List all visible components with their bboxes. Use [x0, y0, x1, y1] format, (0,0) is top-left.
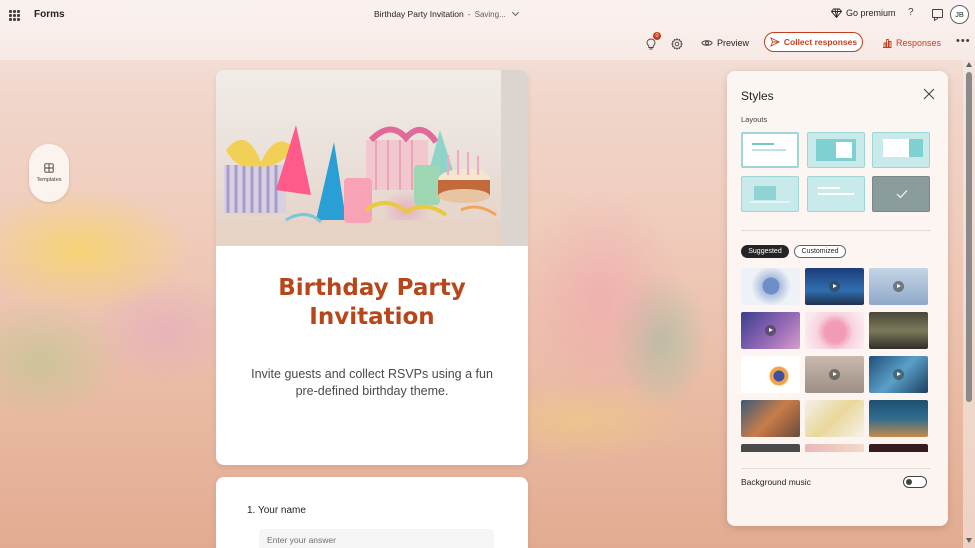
birthday-illustration: [216, 70, 528, 246]
save-status: Saving...: [474, 9, 506, 19]
styles-title: Styles: [741, 89, 774, 103]
divider: [741, 468, 931, 469]
theme-thumbnail-confetti[interactable]: [805, 400, 864, 437]
eye-icon: [701, 40, 713, 46]
theme-thumbnail-office[interactable]: [869, 312, 928, 349]
answer-input[interactable]: [259, 529, 494, 548]
go-premium-button[interactable]: Go premium: [831, 8, 896, 18]
background-music-toggle[interactable]: [903, 476, 927, 488]
form-title[interactable]: Birthday Party Invitation: [216, 274, 528, 332]
more-options-icon[interactable]: •••: [956, 35, 971, 47]
layouts-label: Layouts: [741, 115, 768, 124]
styles-panel: Styles Layouts Suggested Customized Back…: [727, 71, 948, 526]
close-icon[interactable]: [923, 88, 935, 100]
theme-thumbnail-illustration[interactable]: [741, 356, 800, 393]
collect-responses-button[interactable]: Collect responses: [764, 32, 863, 52]
scroll-thumb[interactable]: [966, 72, 972, 402]
question-card[interactable]: 1. Your name: [216, 477, 528, 548]
layout-option-4[interactable]: [741, 176, 799, 212]
app-name[interactable]: Forms: [34, 9, 65, 20]
play-icon: [765, 325, 776, 336]
document-title: Birthday Party Invitation: [374, 9, 464, 19]
tab-customized[interactable]: Customized: [794, 245, 846, 258]
preview-label: Preview: [717, 38, 750, 48]
play-icon: [893, 281, 904, 292]
document-title-bar[interactable]: Birthday Party Invitation - Saving...: [374, 8, 519, 19]
diamond-icon: [831, 8, 842, 18]
page-scrollbar[interactable]: [963, 60, 975, 548]
theme-thumbnail-concert[interactable]: [805, 268, 864, 305]
play-icon: [829, 369, 840, 380]
theme-thumbnail-dark[interactable]: [741, 444, 800, 452]
header-image: [216, 70, 528, 246]
responses-label: Responses: [896, 38, 942, 48]
theme-thumbnail-crowd[interactable]: [741, 400, 800, 437]
form-header-card: Birthday Party Invitation Invite guests …: [216, 70, 528, 465]
background-music-label: Background music: [741, 477, 811, 487]
ideas-badge: 0: [653, 32, 661, 40]
theme-thumbnail-living-room[interactable]: [805, 356, 864, 393]
ideas-button[interactable]: 0: [645, 32, 661, 50]
theme-grid: [741, 268, 929, 452]
layout-option-6-selected[interactable]: [872, 176, 930, 212]
layout-option-5[interactable]: [807, 176, 865, 212]
tab-suggested[interactable]: Suggested: [741, 245, 789, 258]
theme-thumbnail-audience[interactable]: [869, 400, 928, 437]
form-description[interactable]: Invite guests and collect RSVPs using a …: [240, 366, 504, 400]
theme-thumbnail-water[interactable]: [869, 356, 928, 393]
templates-icon: [44, 163, 54, 173]
templates-label: Templates: [36, 177, 62, 183]
chevron-down-icon: [511, 8, 519, 17]
divider: [741, 230, 931, 231]
app-launcher-icon[interactable]: [9, 10, 20, 21]
theme-thumbnail-party-purple[interactable]: [741, 312, 800, 349]
theme-thumbnail-flowers[interactable]: [741, 268, 800, 305]
theme-thumbnail-pastel[interactable]: [805, 444, 864, 452]
gear-icon: [671, 38, 683, 50]
top-bar: Forms Birthday Party Invitation - Saving…: [0, 0, 975, 60]
feedback-icon[interactable]: [932, 9, 943, 18]
layout-option-1[interactable]: [741, 132, 799, 168]
responses-button[interactable]: Responses: [882, 38, 941, 48]
avatar[interactable]: JB: [950, 5, 969, 24]
bar-chart-icon: [883, 39, 892, 48]
help-icon[interactable]: ?: [908, 7, 914, 18]
templates-button[interactable]: Templates: [29, 144, 69, 202]
title-separator: -: [467, 9, 471, 19]
settings-button[interactable]: [671, 37, 683, 50]
question-label: 1. Your name: [247, 505, 306, 516]
scroll-down-arrow-icon[interactable]: [966, 538, 972, 543]
theme-thumbnail-city[interactable]: [869, 268, 928, 305]
theme-thumbnail-night[interactable]: [869, 444, 928, 452]
collect-responses-label: Collect responses: [783, 37, 858, 47]
play-icon: [829, 281, 840, 292]
play-icon: [893, 369, 904, 380]
send-icon: [770, 37, 780, 47]
checkmark-icon: [896, 190, 908, 199]
go-premium-label: Go premium: [846, 8, 896, 18]
preview-button[interactable]: Preview: [701, 38, 749, 48]
scroll-up-arrow-icon[interactable]: [966, 62, 972, 67]
layout-option-2[interactable]: [807, 132, 865, 168]
layout-option-3[interactable]: [872, 132, 930, 168]
theme-thumbnail-tulips[interactable]: [805, 312, 864, 349]
